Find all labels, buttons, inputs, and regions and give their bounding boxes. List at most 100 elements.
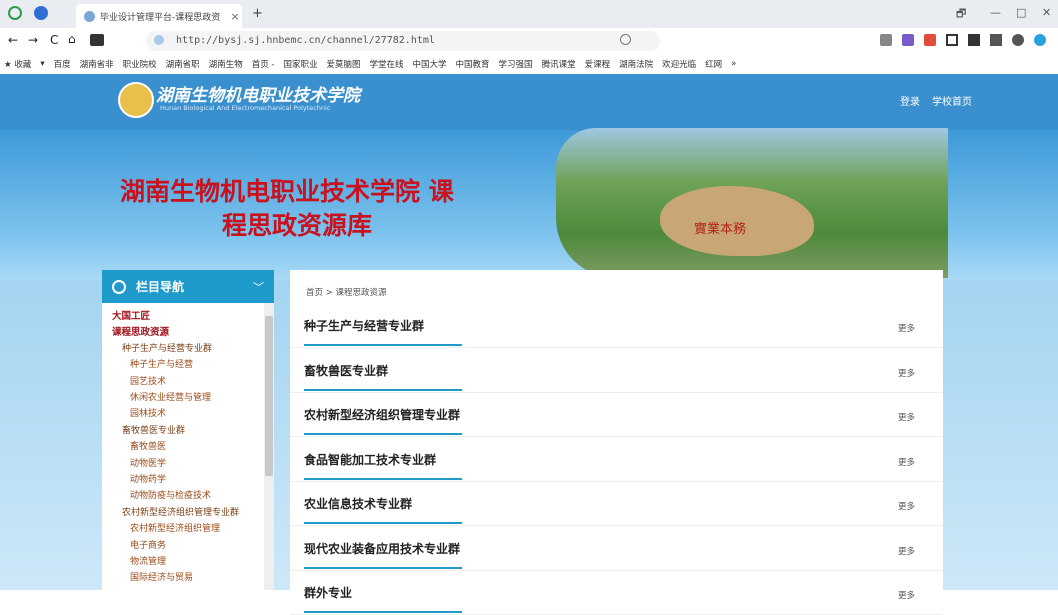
group-underline: [304, 388, 462, 391]
bookmark-item[interactable]: 爱莫脑图: [326, 58, 360, 70]
browser-edge-icon[interactable]: [1034, 34, 1046, 46]
bookmark-item[interactable]: 腾讯课堂: [542, 58, 576, 70]
more-link[interactable]: 更多: [898, 411, 915, 423]
sidebar-item[interactable]: 电子商务: [130, 538, 166, 551]
bookmark-more-button[interactable]: »: [731, 59, 736, 69]
sidebar-item[interactable]: 动物防疫与检疫技术: [130, 488, 211, 501]
back-button[interactable]: ←: [8, 33, 18, 47]
sidebar-item[interactable]: 动物药学: [130, 472, 166, 485]
group-underline: [304, 522, 462, 524]
school-home-link[interactable]: 学校首页: [932, 93, 972, 108]
browser-menu-icon[interactable]: [34, 6, 48, 20]
bookmark-item[interactable]: ★ 收藏: [4, 58, 31, 70]
sidebar-item[interactable]: 物流管理: [130, 554, 166, 567]
bookmark-item[interactable]: 红网: [705, 58, 722, 70]
bookmark-item[interactable]: 欢迎光临: [662, 58, 696, 70]
more-link[interactable]: 更多: [898, 456, 915, 468]
group-row: 农村新型经济组织管理专业群 更多: [290, 392, 943, 437]
group-row: 种子生产与经营专业群 更多: [290, 303, 943, 348]
sidebar-scroll-thumb[interactable]: [265, 316, 273, 476]
apps-icon[interactable]: [968, 34, 980, 46]
group-title[interactable]: 农村新型经济组织管理专业群: [304, 406, 460, 423]
bookmark-item[interactable]: 首页 -: [252, 58, 275, 70]
undo-icon[interactable]: [1012, 34, 1024, 46]
sidebar-item[interactable]: 园林技术: [130, 406, 166, 419]
close-window-button[interactable]: ✕: [1042, 6, 1051, 19]
group-title[interactable]: 种子生产与经营专业群: [304, 317, 424, 334]
sidebar-item[interactable]: 大国工匠: [112, 308, 150, 322]
sidebar-item[interactable]: 农村新型经济组织管理: [130, 521, 220, 534]
forward-button[interactable]: →: [28, 33, 38, 47]
tab-title: 毕业设计管理平台-课程思政资: [100, 12, 221, 23]
extension-icon[interactable]: [90, 34, 104, 46]
grid-icon[interactable]: [902, 34, 914, 46]
bookmark-item[interactable]: 湖南省非: [80, 58, 114, 70]
sidebar-item[interactable]: 动物医学: [130, 456, 166, 469]
sidebar-item[interactable]: 畜牧兽医专业群: [122, 423, 185, 436]
browser-logo-icon: [8, 6, 22, 20]
group-title[interactable]: 群外专业: [304, 584, 352, 601]
group-underline: [304, 566, 462, 569]
chevron-down-icon[interactable]: ﹀: [253, 279, 264, 295]
cut-icon[interactable]: [880, 34, 892, 46]
bookmark-item[interactable]: 学习强国: [499, 58, 533, 70]
new-tab-button[interactable]: +: [252, 6, 263, 21]
sidebar-item[interactable]: 农村新型经济组织管理专业群: [122, 505, 239, 518]
minimize-button[interactable]: —: [990, 6, 1001, 19]
bookmark-item[interactable]: 湖南生物: [209, 58, 243, 70]
more-link[interactable]: 更多: [898, 367, 915, 379]
sidebar-item[interactable]: 种子生产与经营: [130, 357, 193, 370]
bookmark-item[interactable]: 中国大学: [413, 58, 447, 70]
sidebar-item[interactable]: 园艺技术: [130, 374, 166, 387]
bookmark-item[interactable]: 国家职业: [283, 58, 317, 70]
bookmark-item[interactable]: 学堂在线: [370, 58, 404, 70]
group-title[interactable]: 畜牧兽医专业群: [304, 362, 388, 379]
cat-icon[interactable]: [924, 34, 936, 46]
download-icon[interactable]: [990, 34, 1002, 46]
group-title[interactable]: 食品智能加工技术专业群: [304, 451, 436, 468]
tab-close-button[interactable]: ×: [228, 10, 242, 23]
sidebar-item[interactable]: 畜牧兽医: [130, 439, 166, 452]
more-link[interactable]: 更多: [898, 500, 915, 512]
more-link[interactable]: 更多: [898, 545, 915, 557]
breadcrumb[interactable]: 首页 > 课程思政资源: [306, 286, 387, 298]
sidebar-item[interactable]: 休闲农业经营与管理: [130, 390, 211, 403]
group-title[interactable]: 现代农业装备应用技术专业群: [304, 540, 460, 557]
site-subtitle: Hunan Biological And Electromechanical P…: [160, 104, 331, 112]
login-link[interactable]: 登录: [900, 93, 920, 108]
tab-favicon-icon: [84, 10, 95, 22]
group-underline: [304, 477, 462, 480]
lightbulb-icon: [112, 279, 126, 294]
site-info-icon[interactable]: [154, 35, 164, 45]
sidebar-item[interactable]: 种子生产与经营专业群: [122, 341, 212, 354]
toolbar-icons[interactable]: [880, 34, 1046, 46]
home-button[interactable]: ⌂: [68, 32, 76, 46]
sidebar-header[interactable]: 栏目导航 ﹀: [102, 270, 274, 303]
bookmark-item[interactable]: 百度: [54, 58, 71, 70]
bookmark-item[interactable]: 湖南法院: [619, 58, 653, 70]
reload-button[interactable]: C: [50, 33, 58, 47]
group-underline: [304, 344, 462, 346]
group-underline: [304, 611, 462, 613]
more-link[interactable]: 更多: [898, 322, 915, 334]
bookmark-item[interactable]: 爱课程: [585, 58, 611, 70]
more-link[interactable]: 更多: [898, 589, 915, 601]
maximize-button[interactable]: □: [1016, 6, 1026, 19]
sidebar-item[interactable]: 课程思政资源: [112, 324, 169, 338]
bookmark-item[interactable]: ▾: [40, 59, 44, 69]
group-title[interactable]: 农业信息技术专业群: [304, 495, 412, 512]
bookmarks-bar: ★ 收藏 ▾ 百度 湖南省非 职业院校 湖南省职 湖南生物 首页 - 国家职业 …: [0, 54, 1058, 75]
sidebar-title: 栏目导航: [136, 280, 185, 294]
search-icon[interactable]: [620, 34, 631, 45]
browser-tab[interactable]: 毕业设计管理平台-课程思政资 ×: [76, 4, 242, 28]
bookmark-item[interactable]: 职业院校: [123, 58, 157, 70]
bookmark-item[interactable]: 湖南省职: [166, 58, 200, 70]
window-icon[interactable]: [946, 34, 958, 46]
school-logo-icon[interactable]: [118, 82, 154, 118]
site-name[interactable]: 湖南生物机电职业技术学院: [156, 81, 360, 106]
restore-icon[interactable]: 🗗: [956, 5, 966, 24]
group-row: 群外专业 更多: [290, 570, 943, 615]
address-bar[interactable]: http://bysj.sj.hnbemc.cn/channel/27782.h…: [146, 31, 660, 51]
sidebar-item[interactable]: 国际经济与贸易: [130, 570, 193, 583]
bookmark-item[interactable]: 中国教育: [456, 58, 490, 70]
